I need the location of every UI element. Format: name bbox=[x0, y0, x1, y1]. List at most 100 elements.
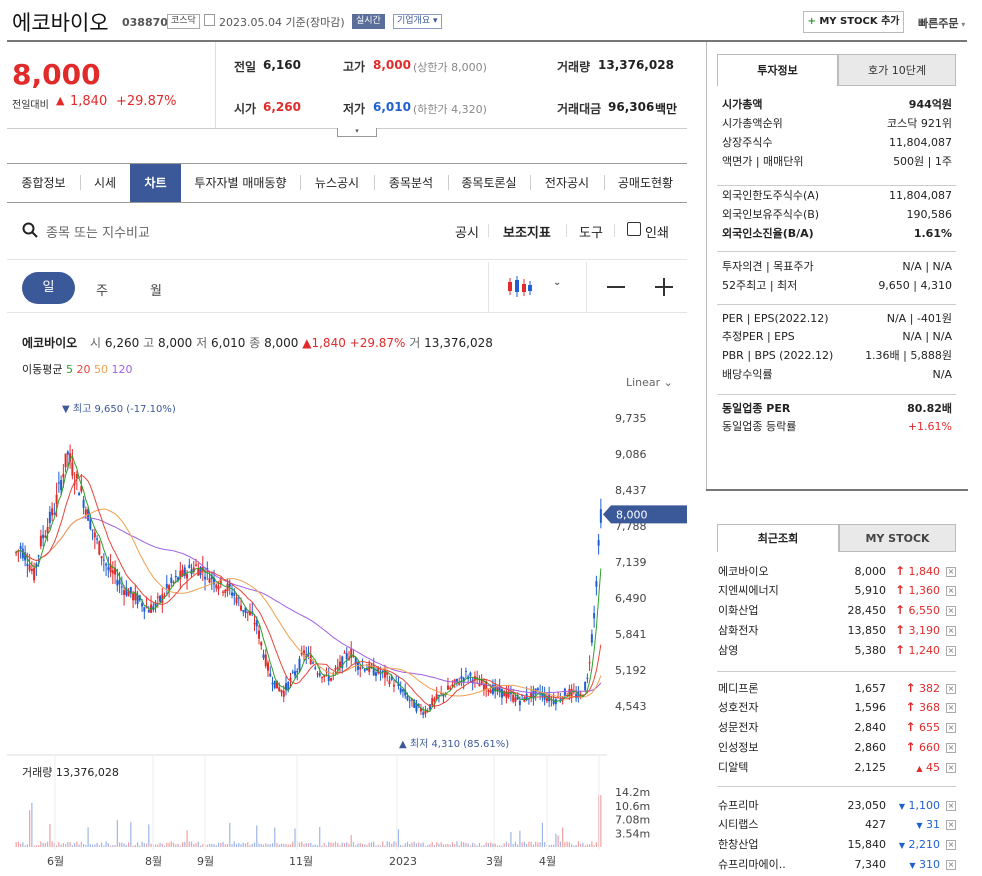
close-icon[interactable]: × bbox=[946, 763, 956, 773]
volume-bar bbox=[139, 845, 141, 847]
tools-button[interactable]: 도구 bbox=[579, 222, 603, 241]
recent-item[interactable]: 디알텍 2,125 ▲ 45 × bbox=[718, 758, 958, 777]
recent-item[interactable]: 메디프론 1,657 ↑ 382 × bbox=[718, 679, 958, 698]
volume-bar bbox=[571, 844, 573, 847]
volume-bar bbox=[215, 845, 217, 847]
recent-item[interactable]: 인성정보 2,860 ↑ 660 × bbox=[718, 738, 958, 757]
candle-body bbox=[593, 613, 596, 619]
close-icon[interactable]: × bbox=[946, 840, 956, 850]
realtime-badge[interactable]: 실시간 bbox=[352, 14, 385, 29]
volume-bar bbox=[143, 843, 145, 847]
quick-order-button[interactable]: 빠른주문 ▾ bbox=[918, 15, 965, 31]
period-day-button[interactable]: 일 bbox=[22, 272, 75, 304]
disclosure-button[interactable]: 공시 bbox=[455, 222, 479, 241]
tab-my-stock[interactable]: MY STOCK bbox=[839, 524, 956, 552]
candle-body bbox=[174, 575, 177, 578]
tab-short-selling[interactable]: 공매도현황 bbox=[604, 164, 687, 202]
search-icon[interactable] bbox=[22, 222, 38, 238]
volume-bar bbox=[404, 843, 406, 847]
close-icon[interactable]: × bbox=[946, 743, 956, 753]
candle-body bbox=[365, 668, 368, 671]
close-icon[interactable]: × bbox=[946, 646, 956, 656]
add-mystock-button[interactable]: + MY STOCK 추가 bbox=[803, 11, 904, 33]
recent-item[interactable]: 에코바이오 8,000 ↑ 1,840 × bbox=[718, 562, 958, 581]
high-label: 고가 bbox=[343, 60, 366, 74]
print-button[interactable]: 인쇄 bbox=[645, 222, 669, 241]
chevron-down-icon[interactable]: ⌄ bbox=[553, 277, 561, 288]
tab-analysis[interactable]: 종목분석 bbox=[374, 164, 448, 202]
close-icon[interactable]: × bbox=[946, 586, 956, 596]
invest-row: 동일업종 PER 80.82배 bbox=[722, 400, 952, 418]
invest-row: 상장주식수 11,804,087 bbox=[722, 134, 952, 152]
close-icon[interactable]: × bbox=[946, 703, 956, 713]
recent-item[interactable]: 한창산업 15,840 ▼ 2,210 × bbox=[718, 835, 958, 854]
tab-quotes[interactable]: 시세 bbox=[80, 164, 130, 202]
recent-item[interactable]: 슈프리마에이.. 7,340 ▼ 310 × bbox=[718, 855, 958, 874]
recent-item[interactable]: 지엔씨에너지 5,910 ↑ 1,360 × bbox=[718, 581, 958, 600]
close-icon[interactable]: × bbox=[946, 684, 956, 694]
tab-investor-trading[interactable]: 투자자별 매매동향 bbox=[181, 164, 300, 202]
volume-bar bbox=[186, 830, 188, 847]
volume-bar bbox=[485, 842, 487, 847]
print-icon[interactable] bbox=[627, 222, 641, 236]
compare-search-input[interactable]: 종목 또는 지수비교 bbox=[46, 222, 150, 241]
candle-body bbox=[374, 672, 377, 676]
close-icon[interactable]: × bbox=[946, 626, 956, 636]
volume-bar bbox=[82, 844, 85, 847]
tab-disclosure[interactable]: 전자공시 bbox=[530, 164, 604, 202]
candle-body bbox=[188, 564, 191, 568]
recent-price: 427 bbox=[865, 818, 886, 831]
tab-orderbook[interactable]: 호가 10단계 bbox=[838, 54, 956, 86]
candle-body bbox=[51, 508, 54, 516]
candle-body bbox=[336, 666, 339, 669]
volume-bar bbox=[280, 843, 283, 847]
volume-bar bbox=[436, 842, 438, 847]
candle-body bbox=[458, 683, 461, 685]
recent-name: 메디프론 bbox=[718, 682, 759, 695]
recent-item[interactable]: 삼화전자 13,850 ↑ 3,190 × bbox=[718, 621, 958, 640]
close-icon[interactable]: × bbox=[946, 860, 956, 870]
close-icon[interactable]: × bbox=[946, 820, 956, 830]
tab-overview[interactable]: 종합정보 bbox=[7, 164, 80, 202]
period-week-button[interactable]: 주 bbox=[96, 280, 108, 299]
volume-bar bbox=[170, 841, 172, 847]
recent-item[interactable]: 삼영 5,380 ↑ 1,240 × bbox=[718, 641, 958, 660]
recent-item[interactable]: 슈프리마 23,050 ▼ 1,100 × bbox=[718, 796, 958, 815]
indicator-button[interactable]: 보조지표 bbox=[503, 222, 551, 241]
candle-body bbox=[222, 591, 225, 593]
high-note: (상한가 8,000) bbox=[413, 61, 487, 74]
recent-item[interactable]: 성문전자 2,840 ↑ 655 × bbox=[718, 718, 958, 737]
close-icon[interactable]: × bbox=[946, 723, 956, 733]
recent-item[interactable]: 이화산업 28,450 ↑ 6,550 × bbox=[718, 601, 958, 620]
recent-item[interactable]: 성호전자 1,596 ↑ 368 × bbox=[718, 698, 958, 717]
price-chart[interactable]: 9,7359,0868,4377,7887,1396,4905,8415,192… bbox=[7, 395, 687, 876]
candle-body bbox=[100, 556, 103, 559]
candle-body bbox=[262, 654, 265, 658]
tab-news[interactable]: 뉴스공시 bbox=[300, 164, 374, 202]
volume-bar bbox=[373, 841, 375, 847]
recent-price: 2,860 bbox=[854, 741, 887, 754]
volume-bar bbox=[458, 845, 460, 847]
zoom-out-icon[interactable] bbox=[607, 286, 625, 288]
close-icon[interactable]: × bbox=[946, 801, 956, 811]
open-value: 6,260 bbox=[263, 100, 301, 114]
tab-discussion[interactable]: 종목토론실 bbox=[448, 164, 530, 202]
invest-row: 투자의견 | 목표주가 N/A | N/A bbox=[722, 258, 952, 276]
volume-bar bbox=[175, 844, 177, 847]
tab-invest-info[interactable]: 투자정보 bbox=[717, 54, 838, 86]
candlestick-icon[interactable] bbox=[507, 275, 533, 299]
volume-bar bbox=[94, 844, 96, 847]
company-info-button[interactable]: 기업개요 ▾ bbox=[393, 14, 442, 29]
volume-bar bbox=[334, 841, 337, 847]
tab-chart[interactable]: 차트 bbox=[130, 164, 181, 202]
tab-recent[interactable]: 최근조회 bbox=[717, 524, 839, 552]
close-icon[interactable]: × bbox=[946, 567, 956, 577]
recent-item[interactable]: 시티랩스 427 ▼ 31 × bbox=[718, 815, 958, 834]
recent-price: 8,000 bbox=[854, 565, 887, 578]
close-icon[interactable]: × bbox=[946, 606, 956, 616]
candle-body bbox=[172, 581, 175, 583]
scale-select[interactable]: Linear ⌄ bbox=[626, 376, 673, 389]
volume-bar bbox=[303, 844, 305, 847]
expand-chevron-icon[interactable]: ▾ bbox=[337, 128, 377, 137]
period-month-button[interactable]: 월 bbox=[150, 280, 162, 299]
